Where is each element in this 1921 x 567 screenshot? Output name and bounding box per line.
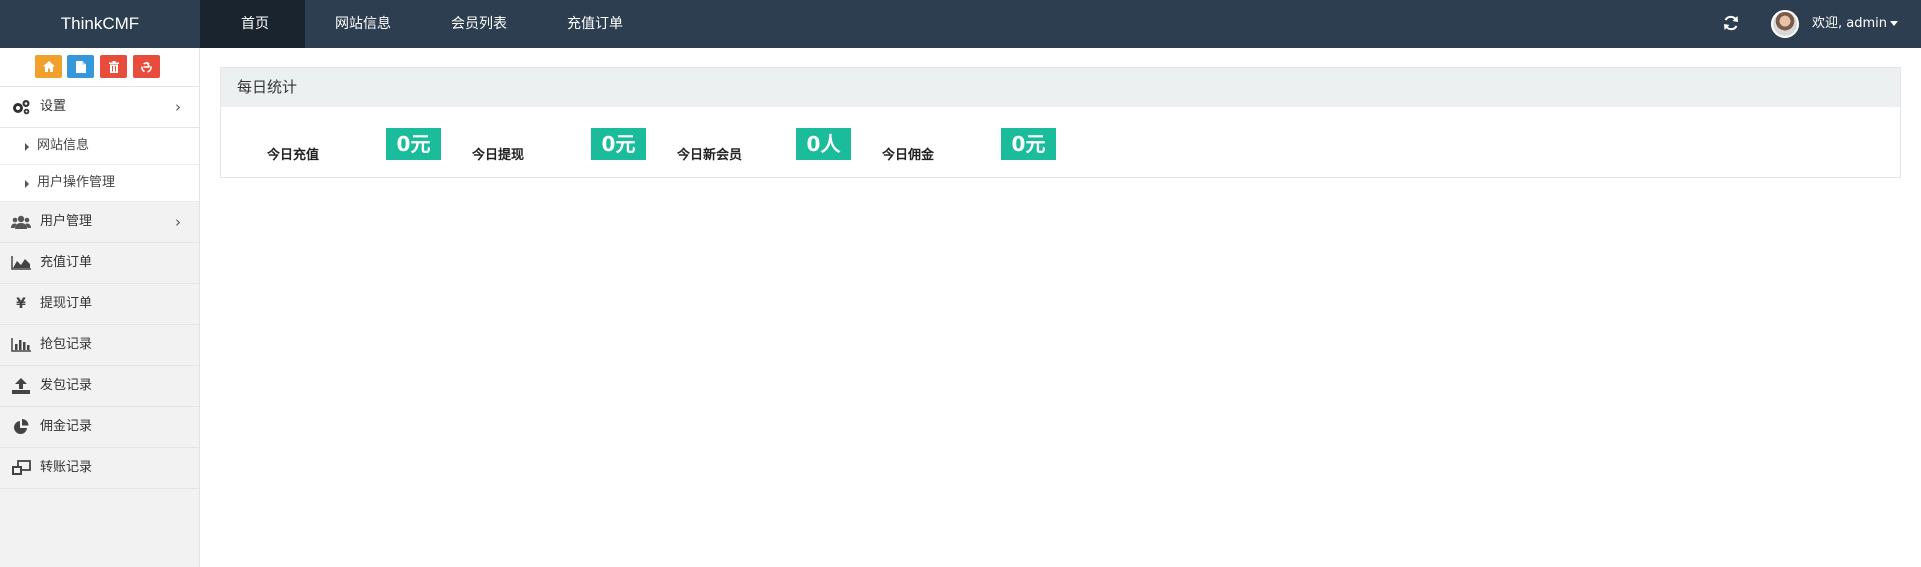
yen-icon: ¥ <box>16 296 26 312</box>
nav-recharge-orders[interactable]: 充值订单 <box>537 0 653 48</box>
caret-right-icon <box>25 143 29 151</box>
stat-value-commission: 0元 <box>1001 128 1056 160</box>
sidebar-item-recharge-orders[interactable]: 充值订单 <box>0 243 199 284</box>
sidebar-item-label: 提现订单 <box>40 296 93 311</box>
cogs-icon <box>11 98 31 116</box>
sidebar-item-users[interactable]: 用户管理 › <box>0 202 199 243</box>
clone-icon <box>11 459 31 477</box>
sidebar-item-label: 发包记录 <box>40 378 93 393</box>
nav-member-list[interactable]: 会员列表 <box>421 0 537 48</box>
recycle-shortcut-button[interactable] <box>133 55 160 78</box>
sidebar-subitem-site-info[interactable]: 网站信息 <box>0 128 199 165</box>
sidebar-item-label: 抢包记录 <box>40 337 93 352</box>
sidebar-item-grab-records[interactable]: 抢包记录 <box>0 325 199 366</box>
sidebar: 设置 › 网站信息 用户操作管理 用户管理 › 充值订单 ¥ 提现订单 抢包记录 <box>0 48 200 567</box>
stat-value-new-members: 0人 <box>796 128 851 160</box>
nav-site-info[interactable]: 网站信息 <box>305 0 421 48</box>
stat-label-commission: 今日佣金 <box>882 148 935 163</box>
stat-label-withdraw: 今日提现 <box>472 148 525 163</box>
chevron-right-icon: › <box>175 98 181 116</box>
top-navbar: ThinkCMF 首页 网站信息 会员列表 充值订单 欢迎, admin <box>0 0 1921 48</box>
main-nav: 首页 网站信息 会员列表 充值订单 <box>200 0 653 48</box>
caret-down-icon <box>1890 21 1898 26</box>
sidebar-item-label: 用户操作管理 <box>37 175 116 190</box>
sidebar-item-send-records[interactable]: 发包记录 <box>0 366 199 407</box>
upload-icon <box>11 377 31 395</box>
stat-label-recharge: 今日充值 <box>267 148 320 163</box>
home-shortcut-button[interactable] <box>35 55 62 78</box>
panel-title: 每日统计 <box>221 68 1900 107</box>
sidebar-item-label: 充值订单 <box>40 255 93 270</box>
sidebar-item-transfer-records[interactable]: 转账记录 <box>0 448 199 489</box>
trash-shortcut-button[interactable] <box>100 55 127 78</box>
stat-value-withdraw: 0元 <box>591 128 646 160</box>
pie-chart-icon <box>11 418 31 436</box>
stat-value-recharge: 0元 <box>386 128 441 160</box>
caret-right-icon <box>25 180 29 188</box>
user-greeting: 欢迎, admin <box>1812 16 1887 31</box>
home-icon <box>42 61 55 72</box>
sidebar-item-label: 网站信息 <box>37 138 90 153</box>
bar-chart-icon <box>11 336 31 354</box>
sidebar-item-label: 设置 <box>40 99 67 114</box>
sidebar-item-label: 佣金记录 <box>40 419 93 434</box>
user-menu[interactable]: 欢迎, admin <box>1812 0 1898 48</box>
user-avatar[interactable] <box>1771 10 1799 38</box>
sidebar-item-label: 用户管理 <box>40 214 93 229</box>
sidebar-subitem-user-ops[interactable]: 用户操作管理 <box>0 165 199 202</box>
shortcut-bar <box>0 48 199 87</box>
sidebar-item-label: 转账记录 <box>40 460 93 475</box>
refresh-icon[interactable] <box>1722 14 1740 32</box>
nav-home[interactable]: 首页 <box>200 0 305 48</box>
chevron-right-icon: › <box>175 213 181 231</box>
sidebar-item-commission-records[interactable]: 佣金记录 <box>0 407 199 448</box>
trash-icon <box>108 60 119 73</box>
sidebar-item-withdraw-orders[interactable]: ¥ 提现订单 <box>0 284 199 325</box>
recycle-icon <box>141 61 152 73</box>
stat-label-new-members: 今日新会员 <box>677 148 743 163</box>
document-icon <box>75 60 86 73</box>
daily-stats-panel: 每日统计 今日充值 0元 今日提现 0元 今日新会员 0人 今日佣金 0元 <box>220 67 1901 178</box>
sidebar-item-settings[interactable]: 设置 › <box>0 87 199 128</box>
area-chart-icon <box>11 254 31 272</box>
brand-logo[interactable]: ThinkCMF <box>0 0 200 48</box>
users-icon <box>11 213 31 231</box>
document-shortcut-button[interactable] <box>67 55 94 78</box>
